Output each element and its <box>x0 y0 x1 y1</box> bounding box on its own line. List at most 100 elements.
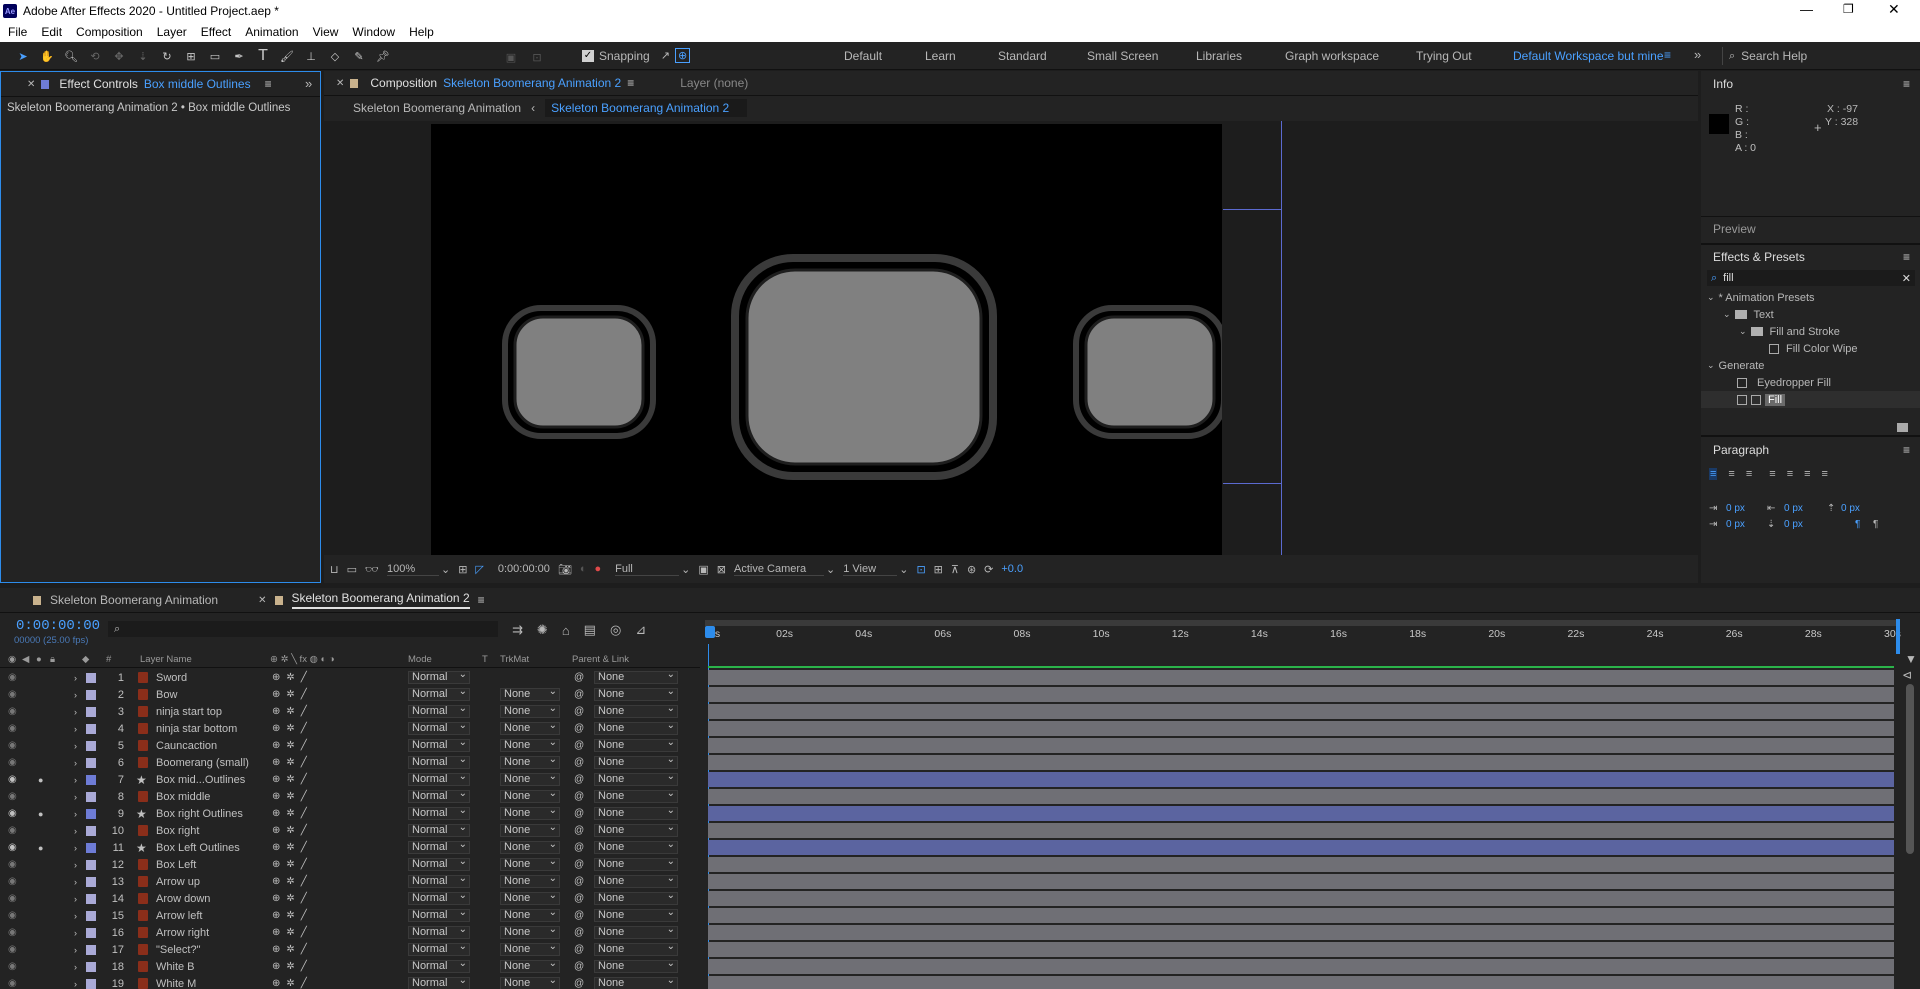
layer-duration-bar[interactable] <box>708 721 1894 736</box>
quality-icon[interactable]: ╱ <box>301 978 307 989</box>
trkmat-dropdown[interactable]: None <box>500 839 560 854</box>
dolly-camera-icon[interactable]: ⇣ <box>132 45 154 67</box>
zoom-tool-icon[interactable]: 🔍︎ <box>60 45 82 67</box>
collapse-icon[interactable]: ✲ <box>286 893 294 904</box>
time-ruler[interactable]: 0s02s04s06s08s10s12s14s16s18s20s22s24s26… <box>705 620 1901 644</box>
magnet-icon[interactable]: ⊔ <box>330 563 339 576</box>
label-color[interactable] <box>86 703 96 720</box>
layer-duration-bar[interactable] <box>708 789 1894 804</box>
align-left-icon[interactable]: ≡ <box>1709 468 1718 480</box>
parent-dropdown[interactable]: None <box>594 686 678 701</box>
mode-dropdown[interactable]: Normal <box>408 822 470 837</box>
collapse-icon[interactable]: ✲ <box>286 859 294 870</box>
preview-title[interactable]: Preview <box>1713 222 1756 236</box>
pickwhip-icon[interactable]: @ <box>574 720 584 737</box>
shy-icon[interactable]: ⊕ <box>272 944 280 955</box>
label-color[interactable] <box>86 941 96 958</box>
layer-row[interactable]: ◉ › 18 White B ⊕ ✲ ╱ Normal None @ None <box>0 958 700 975</box>
trkmat-dropdown[interactable]: None <box>500 703 560 718</box>
timeline-menu-icon[interactable]: ≡ <box>478 593 485 607</box>
tree-item[interactable]: ⌄ * Animation Presets <box>1701 289 1920 306</box>
trkmat-dropdown[interactable]: None <box>500 771 560 786</box>
trkmat-dropdown[interactable]: None <box>500 890 560 905</box>
justify-center-icon[interactable]: ≡ <box>1787 468 1793 480</box>
layer-name[interactable]: ninja start top <box>156 703 222 720</box>
crumb-current[interactable]: Skeleton Boomerang Animation 2 <box>545 99 748 117</box>
parent-dropdown[interactable]: None <box>594 839 678 854</box>
pickwhip-icon[interactable]: @ <box>574 856 584 873</box>
timeline-tab-2[interactable]: Skeleton Boomerang Animation 2 <box>291 591 470 609</box>
pickwhip-icon[interactable]: @ <box>574 975 584 989</box>
info-menu-icon[interactable]: ≡ <box>1903 77 1910 91</box>
channels-icon[interactable]: ● <box>595 563 602 575</box>
layer-row[interactable]: ◉ › 6 Boomerang (small) ⊕ ✲ ╱ Normal None @ None <box>0 754 700 771</box>
toggle-pixel-icon[interactable]: ⊡ <box>916 563 925 576</box>
trkmat-dropdown[interactable]: None <box>500 941 560 956</box>
close-timeline-tab-icon[interactable]: ✕ <box>258 595 266 606</box>
rotate-tool-icon[interactable]: ↻ <box>156 45 178 67</box>
mode-dropdown[interactable]: Normal <box>408 907 470 922</box>
chevron-right-icon[interactable]: › <box>74 703 77 720</box>
panel-menu-icon[interactable]: ≡ <box>265 77 272 91</box>
pickwhip-icon[interactable]: @ <box>574 924 584 941</box>
layer-row[interactable]: ◉ ● › 7 ★ Box mid...Outlines ⊕ ✲ ╱ Normal None @ Non… <box>0 771 700 788</box>
collapse-icon[interactable]: ✲ <box>286 774 294 785</box>
shy-icon[interactable]: ⊕ <box>272 689 280 700</box>
align-right-icon[interactable]: ≡ <box>1746 468 1752 480</box>
tree-item[interactable]: ⌄ Fill and Stroke <box>1701 323 1920 340</box>
menu-composition[interactable]: Composition <box>69 22 150 42</box>
chevron-right-icon[interactable]: › <box>74 737 77 754</box>
pickwhip-icon[interactable]: @ <box>574 737 584 754</box>
timeline-scrollbar[interactable] <box>1906 684 1914 854</box>
layer-name[interactable]: Box right Outlines <box>156 805 243 822</box>
snap-edges-icon[interactable]: ↗ <box>661 49 670 62</box>
shy-icon[interactable]: ⊕ <box>272 859 280 870</box>
effects-search-input[interactable]: fill <box>1723 272 1733 284</box>
layer-name[interactable]: Boomerang (small) <box>156 754 249 771</box>
chevron-right-icon[interactable]: › <box>74 720 77 737</box>
layer-duration-bar[interactable] <box>708 908 1894 923</box>
selection-tool-icon[interactable]: ➤ <box>12 45 34 67</box>
quality-icon[interactable]: ╱ <box>301 791 307 802</box>
layer-row[interactable]: ◉ › 19 White M ⊕ ✲ ╱ Normal None @ None <box>0 975 700 989</box>
pen-tool-icon[interactable]: ✒ <box>228 45 250 67</box>
shy-icon[interactable]: ⊕ <box>272 791 280 802</box>
quality-icon[interactable]: ╱ <box>301 706 307 717</box>
quality-icon[interactable]: ╱ <box>301 808 307 819</box>
chevron-right-icon[interactable]: › <box>74 975 77 989</box>
shy-icon[interactable]: ⊕ <box>272 978 280 989</box>
resolution-dropdown[interactable]: Full <box>615 563 680 576</box>
layer-row[interactable]: ◉ › 12 Box Left ⊕ ✲ ╱ Normal None @ None <box>0 856 700 873</box>
trkmat-dropdown[interactable]: None <box>500 958 560 973</box>
mode-dropdown[interactable]: Normal <box>408 941 470 956</box>
pickwhip-icon[interactable]: @ <box>574 873 584 890</box>
collapse-icon[interactable]: ✲ <box>286 757 294 768</box>
trkmat-dropdown[interactable]: None <box>500 873 560 888</box>
type-tool-icon[interactable]: T <box>252 45 274 67</box>
quality-icon[interactable]: ╱ <box>301 893 307 904</box>
layer-row[interactable]: ◉ › 14 Arow down ⊕ ✲ ╱ Normal None @ None <box>0 890 700 907</box>
shy-icon[interactable]: ⊕ <box>272 927 280 938</box>
collapse-icon[interactable]: ✲ <box>286 876 294 887</box>
pickwhip-icon[interactable]: @ <box>574 686 584 703</box>
label-color[interactable] <box>86 822 96 839</box>
parent-dropdown[interactable]: None <box>594 941 678 956</box>
layer-row[interactable]: ◉ › 2 Bow ⊕ ✲ ╱ Normal None @ None <box>0 686 700 703</box>
label-color[interactable] <box>86 975 96 989</box>
rtl-icon[interactable]: ¶ <box>1873 519 1878 530</box>
layer-duration-bar[interactable] <box>708 925 1894 940</box>
eye-icon[interactable]: ◉ <box>8 975 17 989</box>
layer-name[interactable]: White B <box>156 958 195 975</box>
effects-search[interactable]: ⌕ fill ✕ <box>1707 270 1915 286</box>
roto-brush-icon[interactable]: ✎ <box>348 45 370 67</box>
mode-dropdown[interactable]: Normal <box>408 924 470 939</box>
layer-row[interactable]: ◉ › 16 Arrow right ⊕ ✲ ╱ Normal None @ None <box>0 924 700 941</box>
menu-animation[interactable]: Animation <box>238 22 305 42</box>
layer-duration-bar[interactable] <box>708 755 1894 770</box>
tree-item[interactable]: ⌄ Text <box>1701 306 1920 323</box>
shy-icon[interactable]: ⊕ <box>272 825 280 836</box>
label-color[interactable] <box>86 839 96 856</box>
layer-switches[interactable]: ⊕ ✲ ╱ <box>272 720 307 737</box>
pickwhip-icon[interactable]: @ <box>574 771 584 788</box>
layer-duration-bar[interactable] <box>708 738 1894 753</box>
